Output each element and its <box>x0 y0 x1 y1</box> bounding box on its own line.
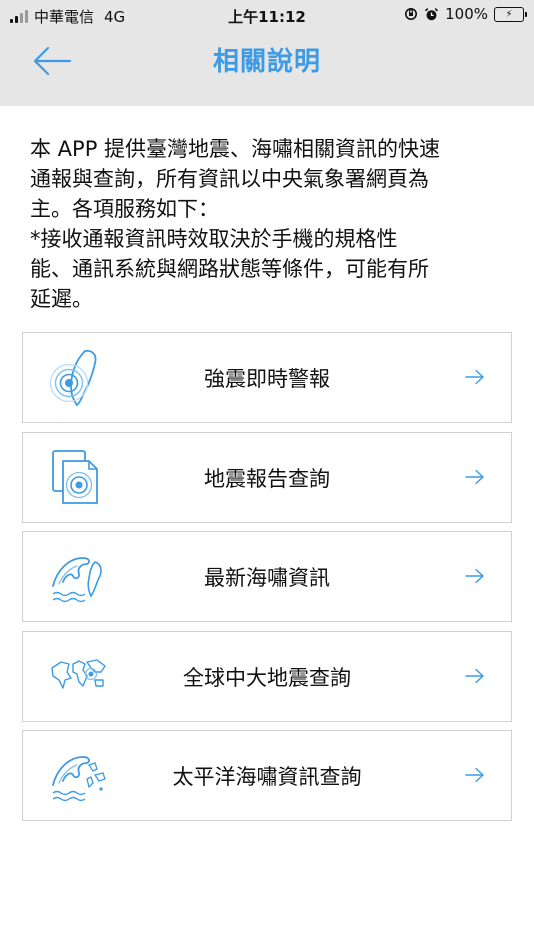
arrow-right-icon <box>465 668 484 683</box>
intro-line: 能、通訊系統與網路狀態等條件，可能有所 <box>30 257 429 281</box>
page-title: 相關說明 <box>212 47 321 77</box>
menu-item-label: 最新海嘯資訊 <box>204 566 330 590</box>
menu-item-label: 強震即時警報 <box>204 367 330 391</box>
service-menu: 強震即時警報 地震報告查詢 最新海嘯資訊 全球中大地震查詢 太平洋海嘯資訊查詢 <box>22 332 512 830</box>
menu-item-quake-report[interactable]: 地震報告查詢 <box>22 431 512 523</box>
intro-line: 延遲。 <box>30 287 93 311</box>
nav-bar: 相關說明 <box>0 30 534 106</box>
orientation-lock-icon <box>405 8 418 20</box>
status-bar: 中華電信 4G 上午11:12 100% ⚡ <box>0 0 534 30</box>
menu-item-quake-alert[interactable]: 強震即時警報 <box>22 332 512 423</box>
arrow-right-icon <box>465 469 484 484</box>
menu-item-global-quake[interactable]: 全球中大地震查詢 <box>22 630 512 722</box>
intro-line: 主。各項服務如下： <box>30 197 219 221</box>
arrow-right-icon <box>465 568 484 584</box>
battery-percent: 100% <box>445 5 488 23</box>
alarm-clock-icon <box>425 7 439 20</box>
menu-item-label: 太平洋海嘯資訊查詢 <box>172 765 362 789</box>
arrow-right-icon <box>465 369 484 385</box>
menu-item-label: 地震報告查詢 <box>204 466 330 491</box>
intro-line: *接收通報資訊時效取決於手機的規格性 <box>30 227 398 251</box>
intro-line: 本 APP 提供臺灣地震、海嘯相關資訊的快速 <box>30 137 441 161</box>
menu-item-tsunami[interactable]: 最新海嘯資訊 <box>22 531 512 622</box>
menu-item-pacific-tsunami[interactable]: 太平洋海嘯資訊查詢 <box>22 730 512 821</box>
intro-text: 本 APP 提供臺灣地震、海嘯相關資訊的快速 通報與查詢，所有資訊以中央氣象署網… <box>30 134 510 314</box>
intro-line: 通報與查詢，所有資訊以中央氣象署網頁為 <box>30 167 429 191</box>
status-bar-right: 100% ⚡ <box>404 5 527 23</box>
battery-charging-icon: ⚡ <box>494 6 527 22</box>
menu-item-label: 全球中大地震查詢 <box>183 665 351 690</box>
arrow-right-icon <box>465 767 484 783</box>
